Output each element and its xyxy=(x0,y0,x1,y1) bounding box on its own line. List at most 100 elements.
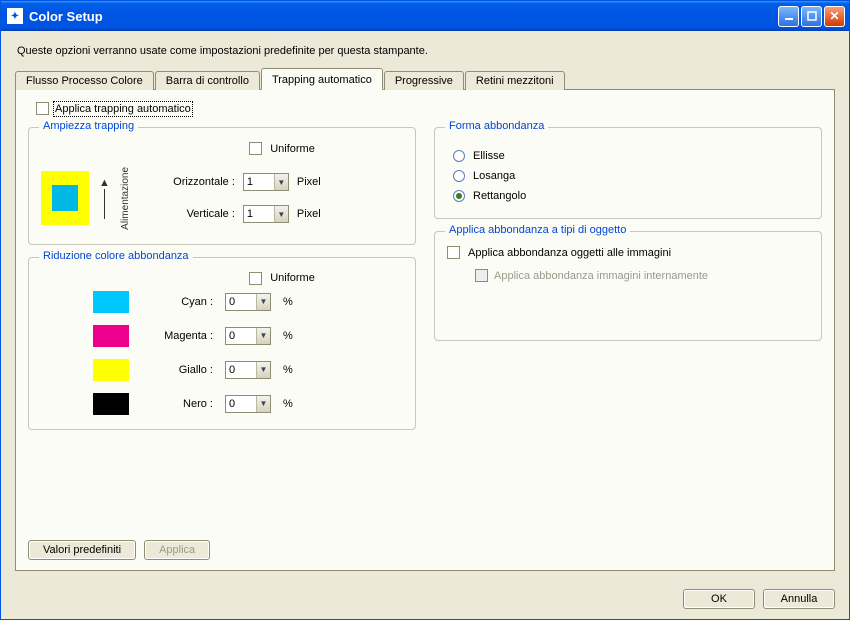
apply-button[interactable]: Applica xyxy=(144,540,210,560)
reduce-row-cyan: Cyan : ▼ % xyxy=(41,291,403,313)
horizontal-spinner[interactable]: ▼ xyxy=(243,173,289,191)
yellow-input[interactable] xyxy=(226,362,256,378)
tab-flusso-processo-colore[interactable]: Flusso Processo Colore xyxy=(15,71,154,90)
apply-obj-opt2-label: Applica abbondanza immagini internamente xyxy=(494,270,708,282)
apply-obj-opt1-checkbox[interactable] xyxy=(447,246,460,259)
chevron-down-icon[interactable]: ▼ xyxy=(256,294,270,310)
ampiezza-uniforme-checkbox[interactable] xyxy=(249,142,262,155)
swatch-yellow xyxy=(93,359,129,381)
vertical-label: Verticale : xyxy=(155,208,235,220)
trap-swatch-inner xyxy=(52,185,78,211)
radio-rettangolo[interactable] xyxy=(453,190,465,202)
tab-barra-di-controllo[interactable]: Barra di controllo xyxy=(155,71,260,90)
horizontal-row: Orizzontale : ▼ Pixel xyxy=(155,173,327,191)
ampiezza-body: ▲ Alimentazione Orizzontale : ▼ xyxy=(41,167,403,230)
apply-obj-opt1-label: Applica abbondanza oggetti alle immagini xyxy=(468,247,671,259)
cyan-unit: % xyxy=(283,296,293,308)
black-input[interactable] xyxy=(226,396,256,412)
right-column: Forma abbondanza Ellisse Losanga Rettang… xyxy=(434,127,822,430)
black-label: Nero : xyxy=(141,398,213,410)
chevron-down-icon[interactable]: ▼ xyxy=(256,396,270,412)
window-buttons: ✕ xyxy=(778,6,845,27)
maximize-button[interactable] xyxy=(801,6,822,27)
tab-trapping-automatico[interactable]: Trapping automatico xyxy=(261,68,383,90)
ampiezza-uniforme-label: Uniforme xyxy=(270,143,315,155)
horizontal-label: Orizzontale : xyxy=(155,176,235,188)
yellow-label: Giallo : xyxy=(141,364,213,376)
vertical-spinner[interactable]: ▼ xyxy=(243,205,289,223)
tab-bottom-row: Valori predefiniti Applica xyxy=(28,528,822,560)
horizontal-input[interactable] xyxy=(244,174,274,190)
radio-rettangolo-label: Rettangolo xyxy=(473,190,526,202)
apply-obj-opt2-row: Applica abbondanza immagini internamente xyxy=(475,269,809,282)
reduce-row-yellow: Giallo : ▼ % xyxy=(41,359,403,381)
apply-trapping-checkbox[interactable] xyxy=(36,102,49,115)
cyan-label: Cyan : xyxy=(141,296,213,308)
window-title: Color Setup xyxy=(29,9,778,24)
content-area: Queste opzioni verranno usate come impos… xyxy=(1,31,849,581)
chevron-down-icon[interactable]: ▼ xyxy=(256,362,270,378)
feed-arrow: ▲ xyxy=(99,177,110,219)
radio-rettangolo-row[interactable]: Rettangolo xyxy=(453,190,803,202)
riduzione-uniforme-row: Uniforme xyxy=(161,272,403,285)
yellow-spinner[interactable]: ▼ xyxy=(225,361,271,379)
riduzione-uniforme-checkbox[interactable] xyxy=(249,272,262,285)
radio-ellisse-label: Ellisse xyxy=(473,150,505,162)
tab-panel: Applica trapping automatico Ampiezza tra… xyxy=(15,89,835,571)
group-forma-abbondanza: Forma abbondanza Ellisse Losanga Rettang… xyxy=(434,127,822,219)
legend-forma: Forma abbondanza xyxy=(445,120,548,132)
minimize-button[interactable] xyxy=(778,6,799,27)
vertical-row: Verticale : ▼ Pixel xyxy=(155,205,327,223)
ampiezza-uniforme-row: Uniforme xyxy=(161,142,403,155)
radio-ellisse-row[interactable]: Ellisse xyxy=(453,150,803,162)
magenta-label: Magenta : xyxy=(141,330,213,342)
swatch-cyan xyxy=(93,291,129,313)
defaults-button[interactable]: Valori predefiniti xyxy=(28,540,136,560)
reduce-rows: Cyan : ▼ % Magenta : ▼ % xyxy=(41,291,403,415)
tab-strip: Flusso Processo Colore Barra di controll… xyxy=(15,67,835,89)
tab-progressive[interactable]: Progressive xyxy=(384,71,464,90)
radio-losanga-row[interactable]: Losanga xyxy=(453,170,803,182)
yellow-unit: % xyxy=(283,364,293,376)
reduce-row-black: Nero : ▼ % xyxy=(41,393,403,415)
legend-ampiezza: Ampiezza trapping xyxy=(39,120,138,132)
columns: Ampiezza trapping Uniforme ▲ xyxy=(28,127,822,430)
group-riduzione-colore: Riduzione colore abbondanza Uniforme Cya… xyxy=(28,257,416,430)
chevron-down-icon[interactable]: ▼ xyxy=(274,174,288,190)
window: ✦ Color Setup ✕ Queste opzioni verranno … xyxy=(0,0,850,620)
arrow-up-icon: ▲ xyxy=(99,177,110,189)
chevron-down-icon[interactable]: ▼ xyxy=(274,206,288,222)
cyan-input[interactable] xyxy=(226,294,256,310)
cyan-spinner[interactable]: ▼ xyxy=(225,293,271,311)
radio-ellisse[interactable] xyxy=(453,150,465,162)
legend-riduzione: Riduzione colore abbondanza xyxy=(39,250,193,262)
radio-losanga[interactable] xyxy=(453,170,465,182)
legend-applica-oggetto: Applica abbondanza a tipi di oggetto xyxy=(445,224,630,236)
riduzione-uniforme-label: Uniforme xyxy=(270,272,315,284)
dialog-footer: OK Annulla xyxy=(1,581,849,619)
swatch-magenta xyxy=(93,325,129,347)
apply-obj-opt2-checkbox xyxy=(475,269,488,282)
trap-swatch xyxy=(41,171,89,225)
tab-retini-mezzitoni[interactable]: Retini mezzitoni xyxy=(465,71,565,90)
chevron-down-icon[interactable]: ▼ xyxy=(256,328,270,344)
apply-trapping-label: Applica trapping automatico xyxy=(55,103,191,115)
close-button[interactable]: ✕ xyxy=(824,6,845,27)
ampiezza-controls: Orizzontale : ▼ Pixel Verticale : xyxy=(155,173,327,223)
apply-trapping-row: Applica trapping automatico xyxy=(36,102,822,115)
arrow-line xyxy=(104,189,105,219)
horizontal-unit: Pixel xyxy=(297,176,327,188)
group-applica-oggetto: Applica abbondanza a tipi di oggetto App… xyxy=(434,231,822,341)
black-unit: % xyxy=(283,398,293,410)
ok-button[interactable]: OK xyxy=(683,589,755,609)
black-spinner[interactable]: ▼ xyxy=(225,395,271,413)
cancel-button[interactable]: Annulla xyxy=(763,589,835,609)
vertical-input[interactable] xyxy=(244,206,274,222)
group-ampiezza-trapping: Ampiezza trapping Uniforme ▲ xyxy=(28,127,416,245)
magenta-spinner[interactable]: ▼ xyxy=(225,327,271,345)
magenta-input[interactable] xyxy=(226,328,256,344)
titlebar: ✦ Color Setup ✕ xyxy=(1,1,849,31)
vertical-unit: Pixel xyxy=(297,208,327,220)
description-text: Queste opzioni verranno usate come impos… xyxy=(17,45,833,57)
magenta-unit: % xyxy=(283,330,293,342)
